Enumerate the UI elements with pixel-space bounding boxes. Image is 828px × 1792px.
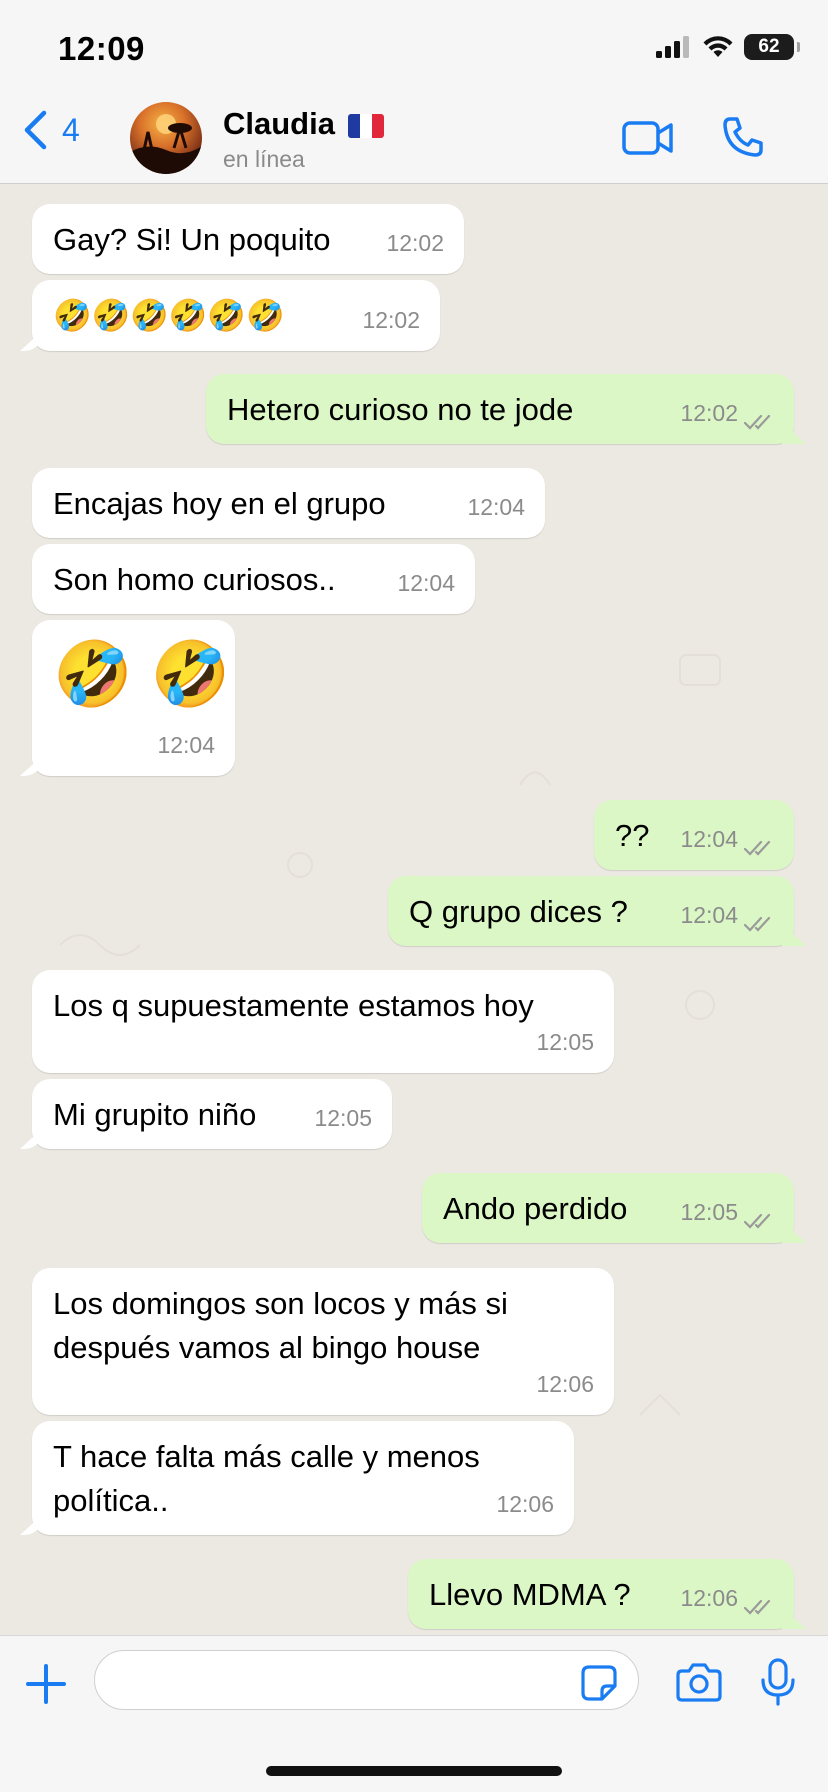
voice-call-button[interactable] [722, 116, 764, 163]
message-bubble[interactable]: Gay? Si! Un poquito 12:02 [32, 204, 464, 274]
message-bubble[interactable]: Hetero curioso no te jode 12:02 [206, 374, 794, 444]
message-text: 🤣🤣🤣🤣🤣🤣 [53, 298, 285, 333]
read-receipt-icon [744, 1599, 771, 1615]
message-text: T hace falta más calle y menos política.… [53, 1439, 480, 1518]
camera-icon [676, 1663, 722, 1702]
battery-indicator: 62 [744, 34, 800, 60]
message-text: Gay? Si! Un poquito [53, 222, 331, 257]
back-button[interactable]: 4 [22, 110, 80, 150]
phone-icon [723, 117, 763, 157]
chat-area[interactable]: Gay? Si! Un poquito 12:02 🤣🤣🤣🤣🤣🤣 12:02 H… [0, 185, 828, 1635]
status-icons: 62 [656, 34, 800, 60]
france-flag-icon [348, 114, 384, 138]
chat-header: 4 Claudia en línea [0, 92, 828, 184]
message-time: 12:06 [496, 1491, 554, 1517]
message-time: 12:04 [467, 494, 525, 520]
message-text: Los q supuestamente estamos hoy [53, 988, 534, 1023]
message-bubble[interactable]: 🤣🤣🤣🤣🤣🤣 12:02 [32, 280, 440, 351]
status-bar: 12:09 62 [0, 0, 828, 92]
read-receipt-icon [744, 916, 771, 932]
avatar[interactable] [130, 102, 202, 174]
message-bubble[interactable]: Los domingos son locos y más si después … [32, 1268, 614, 1415]
message-time: 12:04 [680, 826, 738, 852]
message-time: 12:05 [536, 1029, 594, 1055]
message-time: 12:04 [397, 570, 455, 596]
attach-button[interactable] [26, 1664, 66, 1709]
message-bubble[interactable]: 🤣 🤣 12:04 [32, 620, 235, 776]
message-text: Hetero curioso no te jode [227, 392, 574, 427]
cellular-signal-icon [656, 36, 689, 58]
read-receipt-icon [744, 840, 771, 856]
sticker-button[interactable] [580, 1664, 618, 1707]
read-receipt-icon [744, 1213, 771, 1229]
message-text: Q grupo dices ? [409, 894, 628, 929]
contact-name[interactable]: Claudia [223, 106, 335, 142]
message-time: 12:05 [680, 1199, 738, 1225]
message-time: 12:02 [362, 307, 420, 333]
message-time: 12:05 [314, 1105, 372, 1131]
microphone-icon [761, 1658, 795, 1706]
home-indicator[interactable] [266, 1766, 562, 1776]
sticker-icon [581, 1665, 617, 1701]
message-time: 12:04 [157, 732, 215, 758]
status-time: 12:09 [58, 30, 145, 67]
message-text: Encajas hoy en el grupo [53, 486, 386, 521]
avatar-image [130, 114, 202, 174]
message-text: Llevo MDMA ? [429, 1577, 631, 1612]
message-text: Mi grupito niño [53, 1097, 257, 1132]
message-text: 🤣 🤣 [53, 638, 231, 710]
message-bubble[interactable]: T hace falta más calle y menos política.… [32, 1421, 574, 1535]
unread-count: 4 [62, 111, 80, 148]
read-receipt-icon [744, 414, 771, 430]
message-bubble[interactable]: Ando perdido 12:05 [422, 1173, 794, 1243]
message-text: ?? [615, 818, 650, 853]
wifi-icon [703, 36, 733, 57]
message-time: 12:06 [536, 1371, 594, 1397]
chevron-left-icon [24, 110, 47, 150]
message-time: 12:06 [680, 1585, 738, 1611]
message-bubble[interactable]: Q grupo dices ? 12:04 [388, 876, 794, 946]
message-bubble[interactable]: Mi grupito niño 12:05 [32, 1079, 392, 1149]
message-text: Los domingos son locos y más si después … [53, 1286, 508, 1365]
message-text: Son homo curiosos.. [53, 562, 336, 597]
voice-message-button[interactable] [760, 1658, 796, 1711]
camera-button[interactable] [676, 1662, 722, 1707]
plus-icon [26, 1664, 66, 1704]
message-time: 12:04 [680, 902, 738, 928]
message-text: Ando perdido [443, 1191, 628, 1226]
message-time: 12:02 [386, 230, 444, 256]
message-bubble[interactable]: Los q supuestamente estamos hoy 12:05 [32, 970, 614, 1073]
message-bubble[interactable]: Llevo MDMA ? 12:06 [408, 1559, 794, 1629]
video-call-button[interactable] [622, 118, 674, 163]
video-camera-icon [622, 121, 673, 155]
message-time: 12:02 [680, 400, 738, 426]
message-input[interactable] [94, 1650, 639, 1710]
message-bubble[interactable]: Son homo curiosos.. 12:04 [32, 544, 475, 614]
message-bubble[interactable]: Encajas hoy en el grupo 12:04 [32, 468, 545, 538]
contact-status: en línea [223, 146, 305, 172]
message-bubble[interactable]: ?? 12:04 [594, 800, 794, 870]
